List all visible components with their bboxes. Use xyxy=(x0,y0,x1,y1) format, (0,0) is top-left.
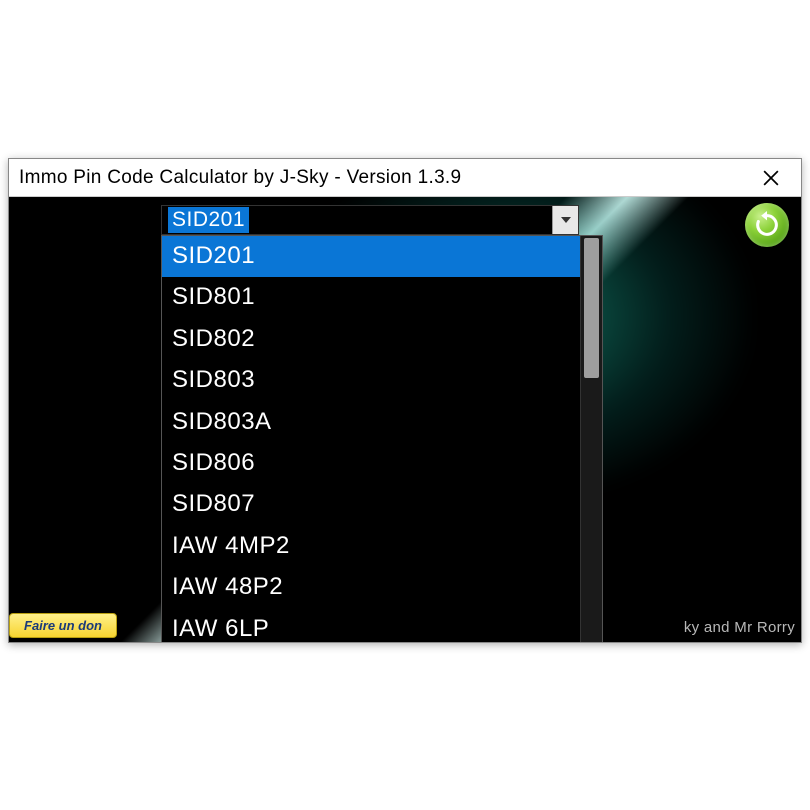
credit-text: ky and Mr Rorry xyxy=(684,619,795,636)
donate-button[interactable]: Faire un don xyxy=(9,613,117,638)
dropdown-item[interactable]: SID803A xyxy=(162,402,580,443)
dropdown-options-container: SID201SID801SID802SID803SID803ASID806SID… xyxy=(162,236,580,642)
dropdown-item[interactable]: IAW 4MP2 xyxy=(162,526,580,567)
dropdown-item[interactable]: IAW 6LP xyxy=(162,609,580,642)
dropdown-item[interactable]: SID806 xyxy=(162,443,580,484)
ecu-type-dropdown-list: SID201SID801SID802SID803SID803ASID806SID… xyxy=(161,235,603,642)
dropdown-item[interactable]: IAW 48P2 xyxy=(162,567,580,608)
combobox-selected-text: SID201 xyxy=(168,207,249,233)
close-icon xyxy=(763,170,779,186)
dropdown-item[interactable]: SID802 xyxy=(162,319,580,360)
dropdown-scrollbar[interactable] xyxy=(580,236,602,642)
scrollbar-thumb[interactable] xyxy=(584,238,599,378)
dropdown-item[interactable]: SID807 xyxy=(162,484,580,525)
chevron-down-icon xyxy=(561,217,571,223)
dropdown-item[interactable]: SID201 xyxy=(162,236,580,277)
ecu-type-combobox[interactable]: SID201 xyxy=(161,205,579,235)
combobox-dropdown-button[interactable] xyxy=(552,206,578,234)
dropdown-item[interactable]: SID803 xyxy=(162,360,580,401)
combobox-input[interactable]: SID201 xyxy=(162,206,552,234)
content-area: SID201 SID201SID801SID802SID803SID803ASI… xyxy=(9,197,801,642)
app-window: Immo Pin Code Calculator by J-Sky - Vers… xyxy=(8,158,802,643)
titlebar: Immo Pin Code Calculator by J-Sky - Vers… xyxy=(9,159,801,197)
close-button[interactable] xyxy=(751,159,791,196)
window-title: Immo Pin Code Calculator by J-Sky - Vers… xyxy=(19,167,751,189)
dropdown-item[interactable]: SID801 xyxy=(162,277,580,318)
refresh-icon xyxy=(753,211,781,239)
refresh-button[interactable] xyxy=(745,203,789,247)
